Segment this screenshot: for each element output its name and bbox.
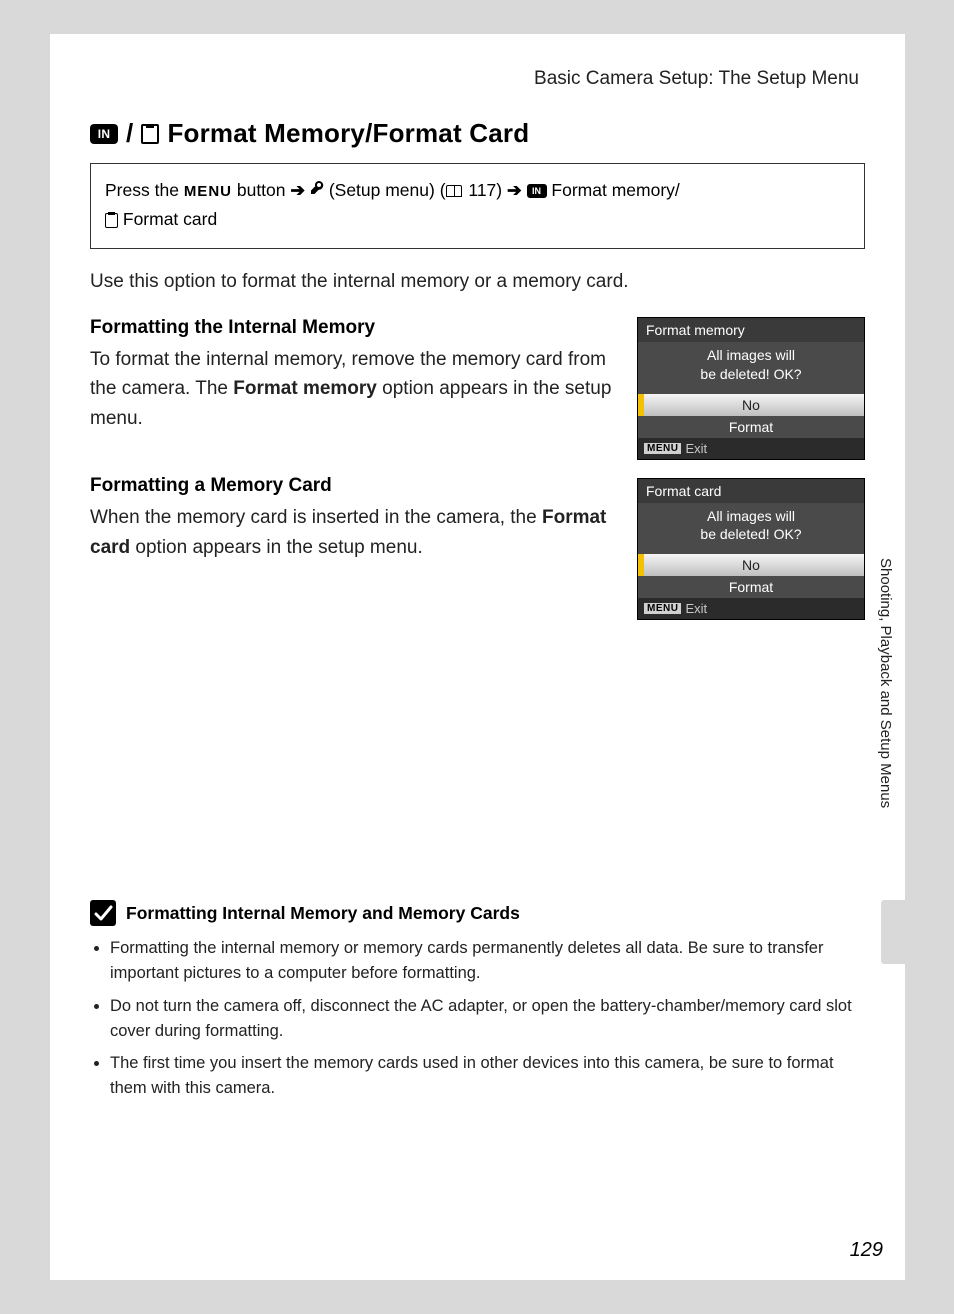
lcd-format-card: Format card All images will be deleted! … (637, 478, 865, 621)
nav-text: button (237, 180, 286, 200)
note-item: Formatting the internal memory or memory… (110, 936, 865, 986)
navigation-path-box: Press the MENU button ➔ (Setup menu) ( 1… (90, 163, 865, 249)
page-ref: 117) (464, 180, 503, 200)
lcd-title: Format card (638, 479, 864, 503)
lcd-message: All images will be deleted! OK? (638, 342, 864, 394)
internal-memory-icon: IN (90, 124, 118, 144)
note-title: Formatting Internal Memory and Memory Ca… (126, 903, 520, 924)
nav-text: Format memory/ (551, 180, 679, 200)
lcd-footer: MENU Exit (638, 438, 864, 459)
arrow-icon: ➔ (290, 180, 305, 200)
lcd-title: Format memory (638, 318, 864, 342)
section-heading-card: Formatting a Memory Card (90, 475, 615, 497)
section-body-internal: To format the internal memory, remove th… (90, 345, 615, 433)
memory-card-icon (105, 213, 118, 228)
text: option appears in the setup menu. (130, 537, 423, 558)
lead-paragraph: Use this option to format the internal m… (90, 271, 865, 293)
lcd-line: be deleted! OK? (644, 365, 858, 384)
nav-text: Press the (105, 180, 179, 200)
manual-page: Basic Camera Setup: The Setup Menu IN / … (50, 34, 905, 1280)
screenshots-column: Format memory All images will be deleted… (637, 317, 865, 621)
book-icon (446, 185, 462, 197)
lcd-footer: MENU Exit (638, 598, 864, 619)
menu-tag-icon: MENU (644, 443, 681, 454)
nav-text: (Setup menu) ( (329, 180, 446, 200)
lcd-line: All images will (644, 346, 858, 365)
note-block: Formatting Internal Memory and Memory Ca… (90, 900, 865, 1101)
lcd-line: All images will (644, 507, 858, 526)
nav-text: Format card (123, 209, 217, 229)
memory-card-icon (141, 124, 159, 144)
page-title: IN / Format Memory/Format Card (90, 118, 865, 149)
caution-check-icon (90, 900, 116, 926)
lcd-line: be deleted! OK? (644, 525, 858, 544)
lcd-exit-label: Exit (685, 601, 707, 616)
lcd-exit-label: Exit (685, 441, 707, 456)
section-body-card: When the memory card is inserted in the … (90, 503, 615, 562)
arrow-icon: ➔ (507, 180, 522, 200)
thumb-tab-icon (881, 900, 907, 964)
title-slash: / (126, 118, 133, 149)
lcd-option-no: No (638, 554, 864, 576)
lcd-message: All images will be deleted! OK? (638, 503, 864, 555)
menu-tag-icon: MENU (644, 603, 681, 614)
note-item: The first time you insert the memory car… (110, 1051, 865, 1101)
side-tab: Shooting, Playback and Setup Menus (877, 554, 907, 984)
note-list: Formatting the internal memory or memory… (90, 936, 865, 1101)
title-text: Format Memory/Format Card (167, 118, 529, 149)
note-item: Do not turn the camera off, disconnect t… (110, 994, 865, 1044)
text: When the memory card is inserted in the … (90, 507, 542, 528)
internal-memory-icon: IN (527, 184, 547, 198)
menu-button-label: MENU (184, 183, 232, 200)
running-head: Basic Camera Setup: The Setup Menu (90, 68, 865, 90)
lcd-option-format: Format (638, 576, 864, 598)
side-tab-label: Shooting, Playback and Setup Menus (877, 554, 894, 808)
section-heading-internal: Formatting the Internal Memory (90, 317, 615, 339)
bold-term: Format memory (233, 378, 377, 399)
wrench-icon (310, 176, 324, 205)
lcd-format-memory: Format memory All images will be deleted… (637, 317, 865, 460)
lcd-option-format: Format (638, 416, 864, 438)
lcd-option-no: No (638, 394, 864, 416)
page-number: 129 (850, 1239, 883, 1262)
